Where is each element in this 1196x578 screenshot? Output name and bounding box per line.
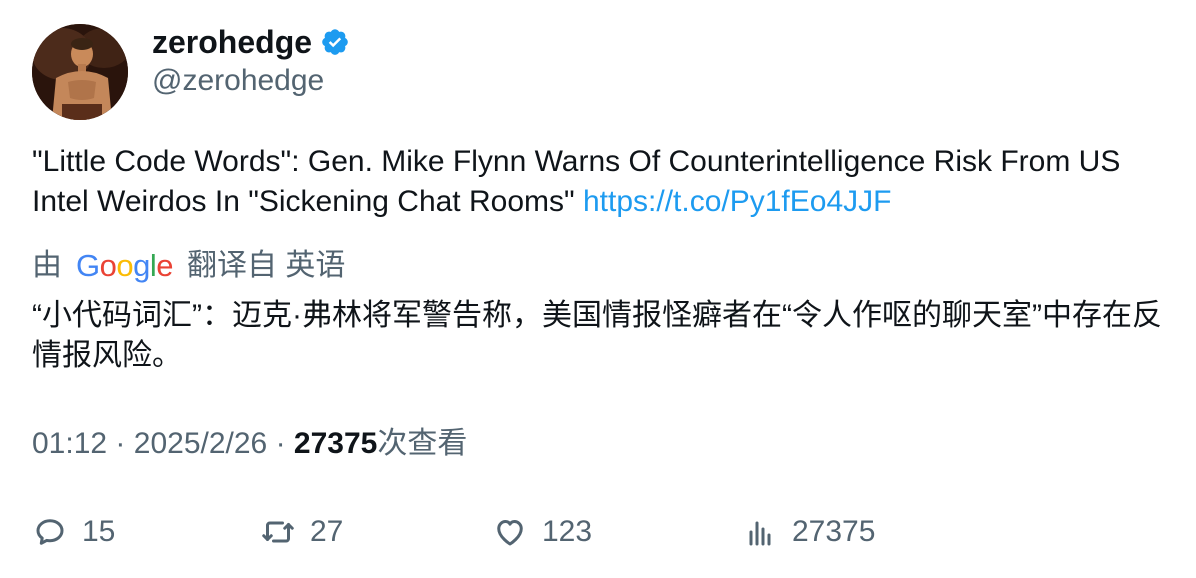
author-handle[interactable]: @zerohedge [152,62,324,100]
tweet-card: zerohedge @zerohedge "Little Code Words"… [0,0,1196,578]
reply-icon [36,519,64,545]
meta-separator-2: · [275,427,286,460]
tweet-meta: 01:12 · 2025/2/26 · 27375次查看 [32,424,467,464]
translation-prefix: 由 [32,249,62,282]
views-label: 次查看 [377,427,468,460]
author-name-row: zerohedge [152,22,350,62]
verified-badge-icon [320,27,350,57]
tweet-body: "Little Code Words": Gen. Mike Flynn War… [32,145,1121,218]
views-button[interactable]: 27375 [742,510,875,554]
google-logo-icon: Google [76,248,174,283]
author-display-name[interactable]: zerohedge [152,22,312,62]
views-count: 27375 [293,427,378,460]
reply-count: 15 [82,515,116,548]
retweet-count: 27 [310,515,344,548]
avatar-image [32,24,128,120]
tweet-time[interactable]: 01:12 [32,427,107,460]
tweet-date[interactable]: 2025/2/26 [134,427,267,460]
tweet-actions: 15 27 123 27375 [32,510,1172,554]
analytics-icon [749,521,771,546]
reply-button[interactable]: 15 [32,510,115,554]
like-button[interactable]: 123 [492,510,592,554]
like-count: 123 [542,515,593,548]
heart-icon [497,520,523,546]
translated-text: “小代码词汇”：迈克·弗林将军警告称，美国情报怪癖者在“令人作呕的聊天室”中存在… [32,299,1162,372]
avatar[interactable] [32,24,128,120]
tweet-text: "Little Code Words": Gen. Mike Flynn War… [32,142,1172,222]
views-action-count: 27375 [792,515,876,548]
retweet-icon [262,521,294,543]
translation-suffix: 翻译自 英语 [187,249,346,282]
retweet-button[interactable]: 27 [260,510,343,554]
translation-attribution: 由 Google 翻译自 英语 [32,246,345,286]
tweet-link[interactable]: https://t.co/Py1fEo4JJF [583,185,891,218]
meta-separator: · [115,427,126,460]
